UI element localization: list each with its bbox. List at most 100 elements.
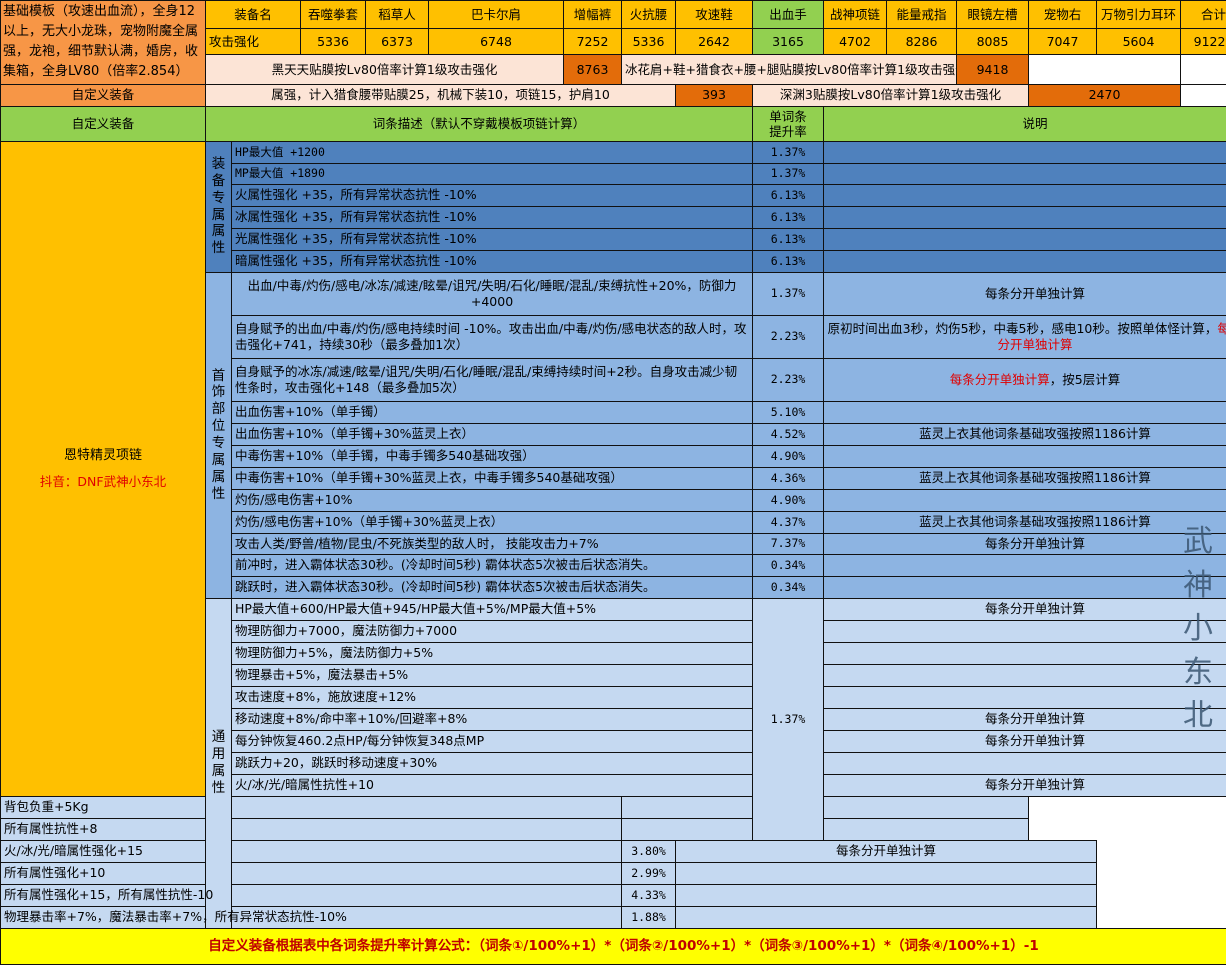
desc-cell[interactable]: 出血伤害+10%（单手镯+30%蓝灵上衣） xyxy=(232,423,753,445)
desc-cell[interactable]: 火/冰/光/暗属性抗性+10 xyxy=(232,774,753,796)
header-cell[interactable]: 万物引力耳环 xyxy=(1097,1,1181,29)
desc-cell[interactable]: 灼伤/感电伤害+10%（单手镯+30%蓝灵上衣） xyxy=(232,511,753,533)
rate-cell[interactable]: 2.99% xyxy=(622,862,676,884)
desc-cell[interactable]: 物理暴击率+7%，魔法暴击率+7%，所有异常状态抗性-10% xyxy=(1,906,622,928)
value-cell[interactable]: 5336 xyxy=(622,28,676,55)
note-cell[interactable]: 每条分开单独计算 xyxy=(824,272,1226,315)
note-cell[interactable]: 每条分开单独计算 xyxy=(824,708,1226,730)
note-cell[interactable] xyxy=(824,554,1226,576)
desc-cell[interactable]: 出血/中毒/灼伤/感电/冰冻/减速/眩晕/诅咒/失明/石化/睡眠/混乱/束缚抗性… xyxy=(232,272,753,315)
note-header[interactable]: 说明 xyxy=(824,106,1226,141)
note-cell[interactable] xyxy=(824,163,1226,184)
desc-cell[interactable]: 火属性强化 +35，所有异常状态抗性 -10% xyxy=(232,184,753,206)
note-cell[interactable] xyxy=(824,250,1226,272)
header-cell[interactable]: 攻速鞋 xyxy=(676,1,753,29)
desc-cell[interactable]: 每分钟恢复460.2点HP/每分钟恢复348点MP xyxy=(232,730,753,752)
rate-cell[interactable]: 4.90% xyxy=(753,489,824,511)
empty-cell[interactable] xyxy=(1029,55,1181,84)
note-cell[interactable] xyxy=(676,862,1097,884)
note-cell[interactable] xyxy=(824,228,1226,250)
note-cell[interactable]: 属强，计入猎食腰带贴膜25，机械下装10，项链15，护肩10 xyxy=(206,84,676,106)
desc-cell[interactable]: 火/冰/光/暗属性强化+15 xyxy=(1,840,622,862)
desc-cell[interactable]: HP最大值+600/HP最大值+945/HP最大值+5%/MP最大值+5% xyxy=(232,598,753,620)
desc-cell[interactable]: 跳跃时，进入霸体状态30秒。(冷却时间5秒) 霸体状态5次被击后状态消失。 xyxy=(232,576,753,598)
note-cell[interactable] xyxy=(824,752,1226,774)
note-cell[interactable]: 每条分开单独计算，按5层计算 xyxy=(824,358,1226,401)
header-cell[interactable]: 眼镜左槽 xyxy=(957,1,1029,29)
rate-cell[interactable]: 1.37% xyxy=(753,141,824,163)
note-cell[interactable]: 每条分开单独计算 xyxy=(824,533,1226,554)
desc-cell[interactable]: 攻击人类/野兽/植物/昆虫/不死族类型的敌人时， 技能攻击力+7% xyxy=(232,533,753,554)
note-cell[interactable]: 蓝灵上衣其他词条基础攻强按照1186计算 xyxy=(824,467,1226,489)
desc-cell[interactable]: 物理防御力+5%，魔法防御力+5% xyxy=(232,642,753,664)
desc-cell[interactable]: 跳跃力+20，跳跃时移动速度+30% xyxy=(232,752,753,774)
desc-cell[interactable]: 自身赋予的出血/中毒/灼伤/感电持续时间 -10%。攻击出血/中毒/灼伤/感电状… xyxy=(232,315,753,358)
note-value[interactable]: 9418 xyxy=(957,55,1029,84)
rate-cell[interactable]: 1.88% xyxy=(622,906,676,928)
desc-cell[interactable]: 所有属性强化+10 xyxy=(1,862,622,884)
row-label[interactable]: 攻击强化 xyxy=(206,28,301,55)
note-cell[interactable] xyxy=(824,489,1226,511)
note-cell[interactable]: 每条分开单独计算 xyxy=(824,774,1226,796)
header-cell[interactable]: 能量戒指 xyxy=(887,1,957,29)
value-cell[interactable]: 7252 xyxy=(564,28,622,55)
note-value[interactable]: 8763 xyxy=(564,55,622,84)
note-cell[interactable]: 每条分开单独计算 xyxy=(824,598,1226,620)
desc-cell[interactable]: 所有属性抗性+8 xyxy=(1,818,622,840)
note-cell[interactable] xyxy=(622,796,1029,818)
value-cell[interactable]: 8085 xyxy=(957,28,1029,55)
total-cell[interactable]: 91227 xyxy=(1181,28,1226,55)
note-cell[interactable]: 蓝灵上衣其他词条基础攻强按照1186计算 xyxy=(824,511,1226,533)
note-cell[interactable] xyxy=(824,445,1226,467)
desc-cell[interactable]: 光属性强化 +35，所有异常状态抗性 -10% xyxy=(232,228,753,250)
note-cell[interactable] xyxy=(824,141,1226,163)
desc-cell[interactable]: 暗属性强化 +35，所有异常状态抗性 -10% xyxy=(232,250,753,272)
desc-header[interactable]: 词条描述（默认不穿戴模板项链计算） xyxy=(206,106,753,141)
note-cell[interactable]: 蓝灵上衣其他词条基础攻强按照1186计算 xyxy=(824,423,1226,445)
value-cell[interactable]: 7047 xyxy=(1029,28,1097,55)
desc-cell[interactable]: 前冲时，进入霸体状态30秒。(冷却时间5秒) 霸体状态5次被击后状态消失。 xyxy=(232,554,753,576)
rate-cell[interactable]: 7.37% xyxy=(753,533,824,554)
note-cell[interactable] xyxy=(824,664,1226,686)
desc-cell[interactable]: MP最大值 +1890 xyxy=(232,163,753,184)
desc-cell[interactable]: 攻击速度+8%，施放速度+12% xyxy=(232,686,753,708)
rate-cell[interactable]: 6.13% xyxy=(753,250,824,272)
note-cell[interactable] xyxy=(676,906,1097,928)
note-cell[interactable] xyxy=(824,686,1226,708)
note-cell[interactable]: 每条分开单独计算 xyxy=(824,730,1226,752)
header-cell[interactable]: 出血手 xyxy=(753,1,824,29)
desc-cell[interactable]: 移动速度+8%/命中率+10%/回避率+8% xyxy=(232,708,753,730)
rate-cell[interactable]: 0.34% xyxy=(753,576,824,598)
desc-cell[interactable]: 中毒伤害+10%（单手镯，中毒手镯多540基础攻强） xyxy=(232,445,753,467)
desc-cell[interactable]: 自身赋予的冰冻/减速/眩晕/诅咒/失明/石化/睡眠/混乱/束缚持续时间+2秒。自… xyxy=(232,358,753,401)
note-cell[interactable] xyxy=(824,576,1226,598)
desc-cell[interactable]: 物理暴击+5%，魔法暴击+5% xyxy=(232,664,753,686)
rate-cell[interactable]: 1.37% xyxy=(753,163,824,184)
note-cell[interactable] xyxy=(824,642,1226,664)
header-cell[interactable]: 火抗腰 xyxy=(622,1,676,29)
empty-cell[interactable] xyxy=(1181,55,1226,84)
note-cell[interactable]: 原初时间出血3秒，灼伤5秒，中毒5秒，感电10秒。按照单体怪计算，每条分开单独计… xyxy=(824,315,1226,358)
value-cell[interactable]: 5336 xyxy=(301,28,366,55)
value-cell[interactable]: 2642 xyxy=(676,28,753,55)
rate-cell[interactable]: 6.13% xyxy=(753,206,824,228)
header-cell[interactable]: 吞噬拳套 xyxy=(301,1,366,29)
header-cell[interactable]: 稻草人 xyxy=(366,1,429,29)
note-value[interactable]: 2470 xyxy=(1029,84,1181,106)
rate-cell[interactable]: 4.33% xyxy=(622,884,676,906)
rate-header[interactable]: 单词条提升率 xyxy=(753,106,824,141)
value-cell[interactable]: 6748 xyxy=(429,28,564,55)
note-cell[interactable]: 每条分开单独计算 xyxy=(676,840,1097,862)
desc-cell[interactable]: 灼伤/感电伤害+10% xyxy=(232,489,753,511)
value-cell[interactable]: 6373 xyxy=(366,28,429,55)
note-value[interactable]: 393 xyxy=(676,84,753,106)
note-cell[interactable]: 深渊3贴膜按Lv80倍率计算1级攻击强化 xyxy=(753,84,1029,106)
desc-cell[interactable]: 冰属性强化 +35，所有异常状态抗性 -10% xyxy=(232,206,753,228)
rate-cell[interactable]: 6.13% xyxy=(753,228,824,250)
header-cell[interactable]: 装备名 xyxy=(206,1,301,29)
note-cell[interactable] xyxy=(824,184,1226,206)
item-cell[interactable]: 恩特精灵项链 抖音：DNF武神小东北 xyxy=(1,141,206,796)
rate-cell[interactable]: 6.13% xyxy=(753,184,824,206)
value-cell[interactable]: 3165 xyxy=(753,28,824,55)
note-cell[interactable] xyxy=(622,818,1029,840)
